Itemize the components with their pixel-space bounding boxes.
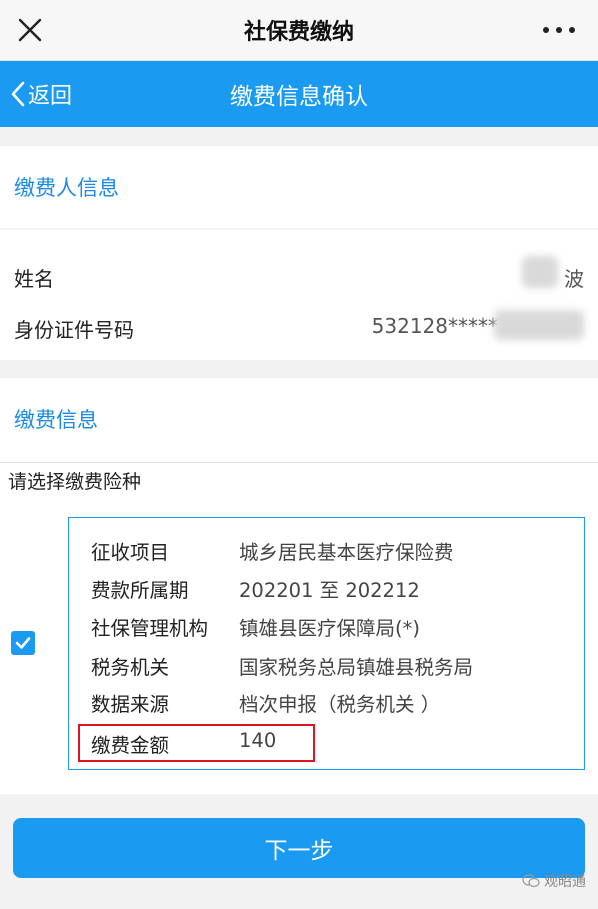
app-title: 社保费缴纳 [243,20,354,45]
amount-highlight-box [78,724,315,762]
close-icon[interactable] [8,8,52,52]
insurance-detail-card[interactable]: 征收项目 城乡居民基本医疗保险费 费款所属期 202201 至 202212 社… [68,517,585,770]
name-label: 姓名 [14,267,54,291]
item-label: 征收项目 [91,541,170,564]
back-button[interactable]: 返回 [10,61,72,127]
watermark-text: 观昭通 [544,874,586,890]
back-label: 返回 [28,84,73,109]
select-insurance-prompt: 请选择缴费险种 [8,471,142,493]
page-title: 缴费信息确认 [230,84,368,110]
item-value: 档次申报（税务机关 ） [239,693,441,716]
wechat-icon [522,874,540,888]
redacted-blur [494,310,584,340]
item-label: 社保管理机构 [91,617,209,640]
item-label: 税务机关 [91,656,170,679]
watermark: 观昭通 [522,871,586,891]
payer-info-header: 缴费人信息 [0,146,598,228]
item-label: 费款所属期 [91,579,189,602]
id-value: 532128***** [371,314,498,338]
payment-info-title: 缴费信息 [14,408,98,432]
item-value: 国家税务总局镇雄县税务局 [239,656,474,679]
payer-info-title: 缴费人信息 [14,176,119,200]
top-bar: 社保费缴纳 [0,0,598,61]
item-value: 镇雄县医疗保障局(*) [239,617,420,640]
check-icon [15,637,31,649]
id-label: 身份证件号码 [14,318,134,342]
next-step-button[interactable]: 下一步 [13,818,585,878]
more-menu-icon[interactable] [534,8,584,52]
item-value: 城乡居民基本医疗保险费 [239,541,454,564]
item-label: 数据来源 [91,693,170,716]
nav-bar: 返回 缴费信息确认 [0,61,598,127]
item-value: 202201 至 202212 [239,579,420,602]
name-value: 波 [564,267,584,291]
payer-info-rows: 姓名 波 身份证件号码 532128***** [0,230,598,360]
redacted-blur [522,256,558,288]
chevron-left-icon [11,81,25,107]
insurance-checkbox[interactable] [11,631,35,655]
divider [0,462,598,463]
